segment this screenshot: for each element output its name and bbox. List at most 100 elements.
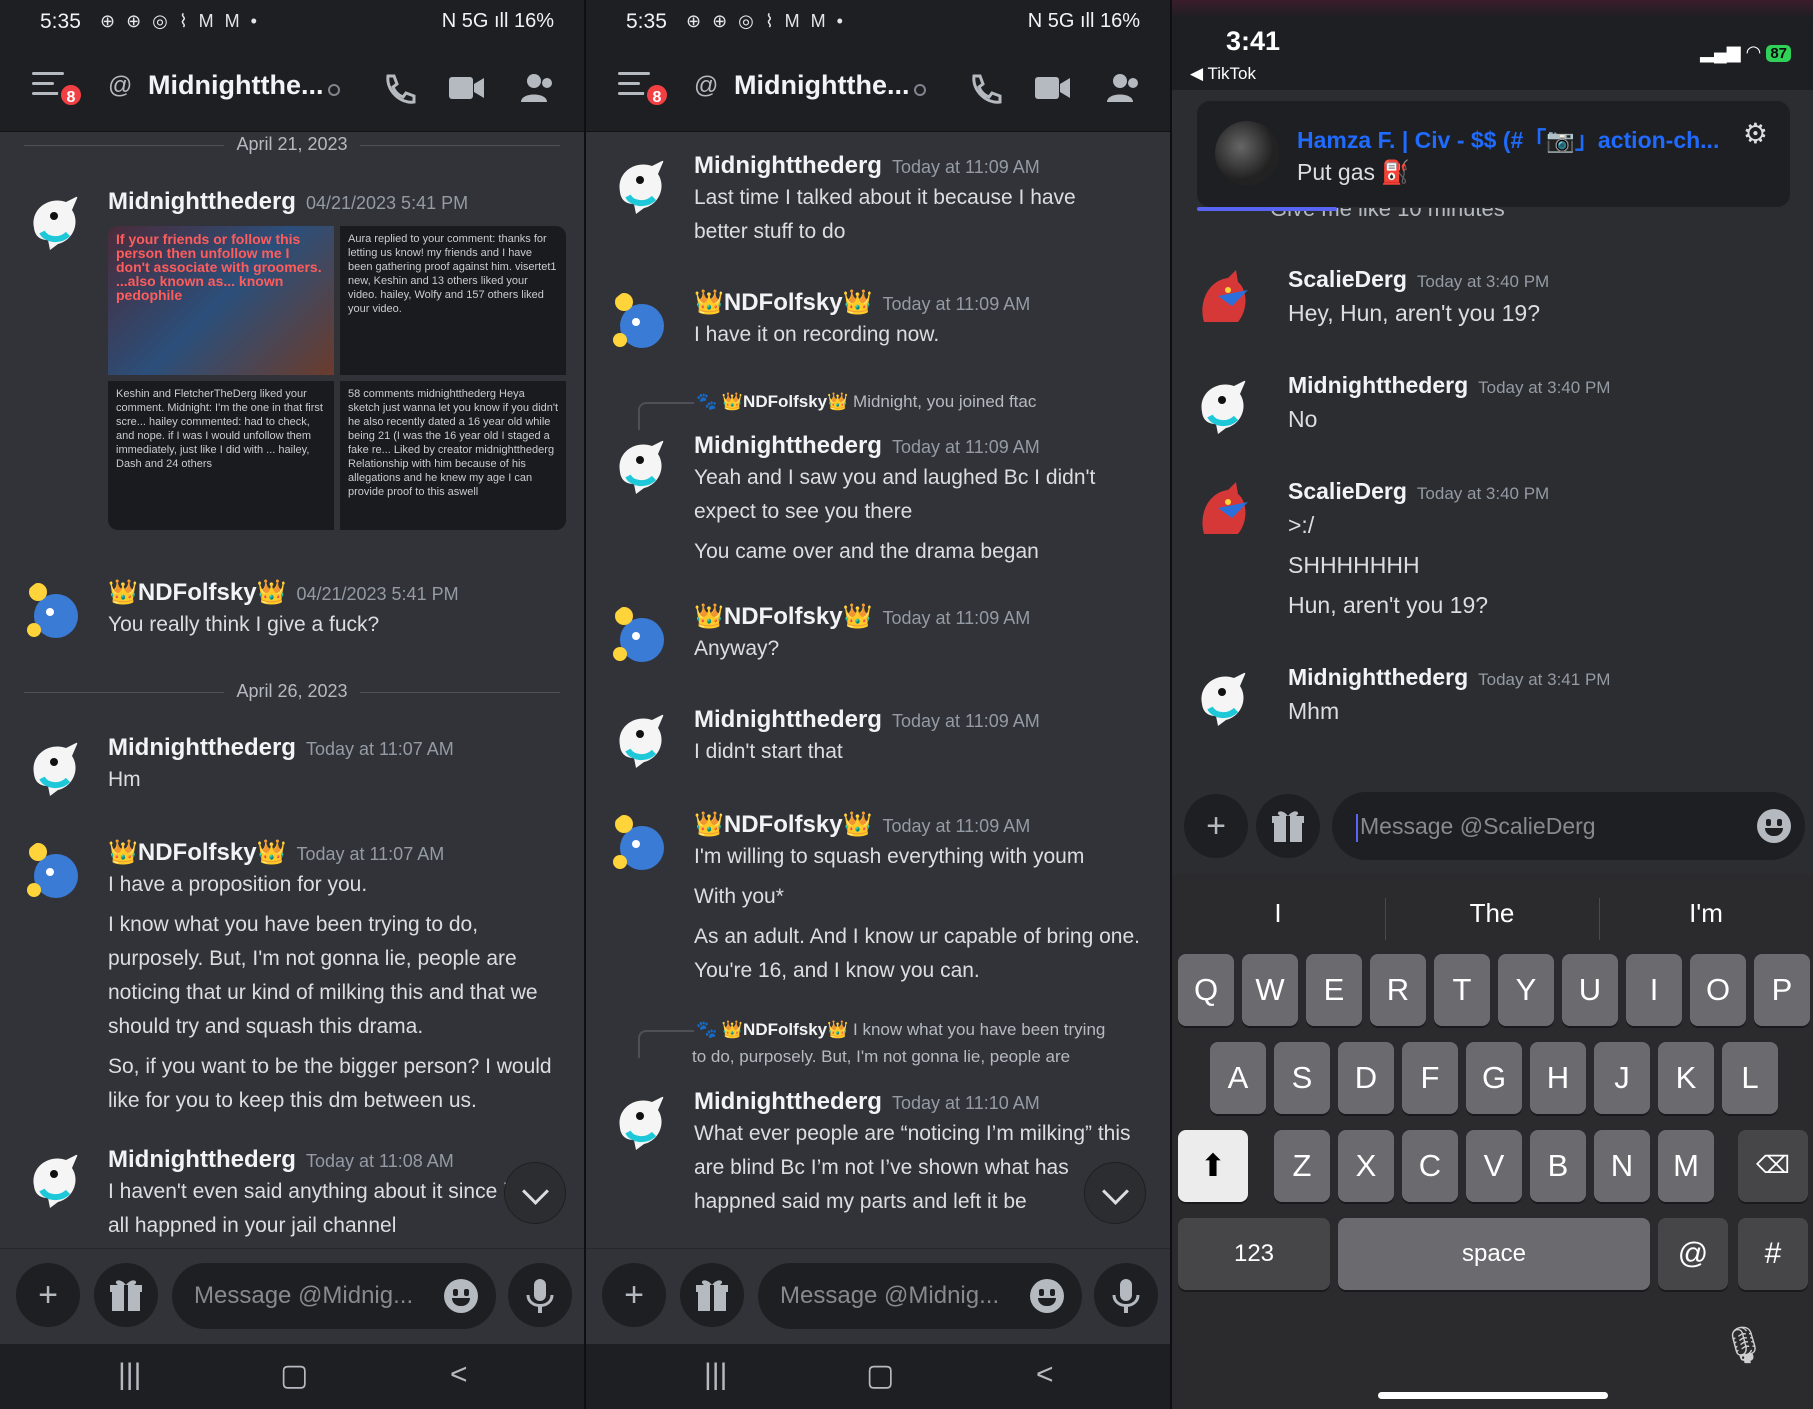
- key[interactable]: A: [1210, 1042, 1266, 1114]
- back-icon[interactable]: <: [450, 1358, 468, 1392]
- avatar[interactable]: [606, 152, 674, 220]
- author-name[interactable]: Midnightthederg: [108, 734, 296, 761]
- author-name[interactable]: ScalieDerg: [1288, 478, 1407, 504]
- avatar[interactable]: [606, 432, 674, 500]
- author-name[interactable]: Midnightthederg: [694, 432, 882, 459]
- author-name[interactable]: 👑NDFolfsky👑: [108, 579, 286, 606]
- add-attachment-button[interactable]: +: [1184, 794, 1248, 858]
- emoji-icon[interactable]: [1757, 809, 1791, 843]
- avatar[interactable]: [20, 578, 88, 646]
- backspace-key[interactable]: ⌫: [1738, 1130, 1808, 1202]
- space-key[interactable]: space: [1338, 1218, 1650, 1290]
- voice-message-button[interactable]: [508, 1263, 572, 1327]
- recent-apps-icon[interactable]: |||: [118, 1358, 141, 1392]
- key[interactable]: N: [1594, 1130, 1650, 1202]
- avatar[interactable]: [20, 734, 88, 802]
- key[interactable]: Q: [1178, 954, 1234, 1026]
- home-icon[interactable]: ▢: [280, 1358, 308, 1393]
- message-input[interactable]: Message @ScalieDerg: [1332, 792, 1805, 860]
- key[interactable]: U: [1562, 954, 1618, 1026]
- avatar[interactable]: [1188, 266, 1256, 334]
- avatar[interactable]: [1188, 478, 1256, 546]
- key[interactable]: B: [1530, 1130, 1586, 1202]
- back-icon[interactable]: <: [1036, 1358, 1054, 1392]
- key[interactable]: V: [1466, 1130, 1522, 1202]
- reply-preview[interactable]: 🐾 👑NDFolfsky👑 I know what you have been …: [696, 1020, 1160, 1040]
- key[interactable]: Z: [1274, 1130, 1330, 1202]
- key[interactable]: K: [1658, 1042, 1714, 1114]
- attached-screenshot[interactable]: Keshin and FletcherTheDerg liked your co…: [108, 381, 334, 530]
- attached-screenshot[interactable]: 58 comments midnightthederg Heya sketch …: [340, 381, 566, 530]
- hash-key[interactable]: #: [1738, 1218, 1808, 1290]
- video-icon[interactable]: [1032, 68, 1072, 108]
- key[interactable]: M: [1658, 1130, 1714, 1202]
- key[interactable]: E: [1306, 954, 1362, 1026]
- recent-apps-icon[interactable]: |||: [704, 1358, 727, 1392]
- author-name[interactable]: Midnightthederg: [1288, 372, 1468, 398]
- avatar[interactable]: [20, 188, 88, 256]
- key[interactable]: R: [1370, 954, 1426, 1026]
- author-name[interactable]: 👑NDFolfsky👑: [108, 839, 286, 866]
- video-icon[interactable]: [446, 68, 486, 108]
- gift-button[interactable]: [1256, 794, 1320, 858]
- key[interactable]: P: [1754, 954, 1810, 1026]
- avatar[interactable]: [20, 1146, 88, 1214]
- avatar[interactable]: [606, 810, 674, 878]
- call-icon[interactable]: [964, 68, 1004, 108]
- reply-preview[interactable]: 🐾 👑NDFolfsky👑 Midnight, you joined ftac: [696, 392, 1160, 412]
- author-name[interactable]: 👑NDFolfsky👑: [694, 811, 872, 838]
- add-attachment-button[interactable]: +: [602, 1263, 666, 1327]
- numbers-key[interactable]: 123: [1178, 1218, 1330, 1290]
- avatar[interactable]: [20, 838, 88, 906]
- key[interactable]: G: [1466, 1042, 1522, 1114]
- jump-to-present-button[interactable]: [1084, 1162, 1146, 1224]
- notification-banner[interactable]: Hamza F. | Civ - $$ (#「📷」action-ch... Pu…: [1196, 100, 1791, 211]
- suggestion[interactable]: The: [1392, 898, 1592, 929]
- home-icon[interactable]: ▢: [866, 1358, 894, 1393]
- dm-title[interactable]: Midnightthe...: [734, 70, 909, 101]
- key[interactable]: T: [1434, 954, 1490, 1026]
- key[interactable]: D: [1338, 1042, 1394, 1114]
- key[interactable]: O: [1690, 954, 1746, 1026]
- members-icon[interactable]: [518, 68, 558, 108]
- author-name[interactable]: ScalieDerg: [1288, 266, 1407, 292]
- at-key[interactable]: @: [1658, 1218, 1728, 1290]
- author-name[interactable]: Midnightthederg: [1288, 664, 1468, 690]
- key[interactable]: W: [1242, 954, 1298, 1026]
- author-name[interactable]: Midnightthederg: [694, 152, 882, 179]
- emoji-icon[interactable]: [1030, 1279, 1064, 1313]
- avatar[interactable]: [606, 1088, 674, 1156]
- key[interactable]: J: [1594, 1042, 1650, 1114]
- key[interactable]: L: [1722, 1042, 1778, 1114]
- voice-message-button[interactable]: [1094, 1263, 1158, 1327]
- avatar[interactable]: [606, 706, 674, 774]
- gear-icon[interactable]: ⚙: [1743, 117, 1768, 150]
- suggestion[interactable]: I: [1178, 898, 1378, 929]
- avatar[interactable]: [606, 602, 674, 670]
- key[interactable]: X: [1338, 1130, 1394, 1202]
- members-icon[interactable]: [1104, 68, 1144, 108]
- avatar[interactable]: [1188, 372, 1256, 440]
- key[interactable]: C: [1402, 1130, 1458, 1202]
- avatar[interactable]: [1188, 664, 1256, 732]
- message-input[interactable]: Message @Midnig...: [172, 1263, 496, 1329]
- shift-key[interactable]: ⬆: [1178, 1130, 1248, 1202]
- dictation-icon[interactable]: 🎙: [1721, 1324, 1767, 1366]
- attached-screenshot[interactable]: If your friends or follow this person th…: [108, 226, 334, 375]
- key[interactable]: Y: [1498, 954, 1554, 1026]
- gift-button[interactable]: [94, 1263, 158, 1327]
- attached-screenshot[interactable]: Aura replied to your comment: thanks for…: [340, 226, 566, 375]
- key[interactable]: S: [1274, 1042, 1330, 1114]
- suggestion[interactable]: I'm: [1606, 898, 1806, 929]
- key[interactable]: H: [1530, 1042, 1586, 1114]
- author-name[interactable]: Midnightthederg: [694, 706, 882, 733]
- emoji-icon[interactable]: [444, 1279, 478, 1313]
- back-to-app-link[interactable]: ◀ TikTok: [1190, 64, 1256, 84]
- call-icon[interactable]: [378, 68, 418, 108]
- add-attachment-button[interactable]: +: [16, 1263, 80, 1327]
- jump-to-present-button[interactable]: [504, 1162, 566, 1224]
- avatar[interactable]: [606, 288, 674, 356]
- dm-title[interactable]: Midnightthe...: [148, 70, 323, 101]
- author-name[interactable]: 👑NDFolfsky👑: [694, 603, 872, 630]
- key[interactable]: I: [1626, 954, 1682, 1026]
